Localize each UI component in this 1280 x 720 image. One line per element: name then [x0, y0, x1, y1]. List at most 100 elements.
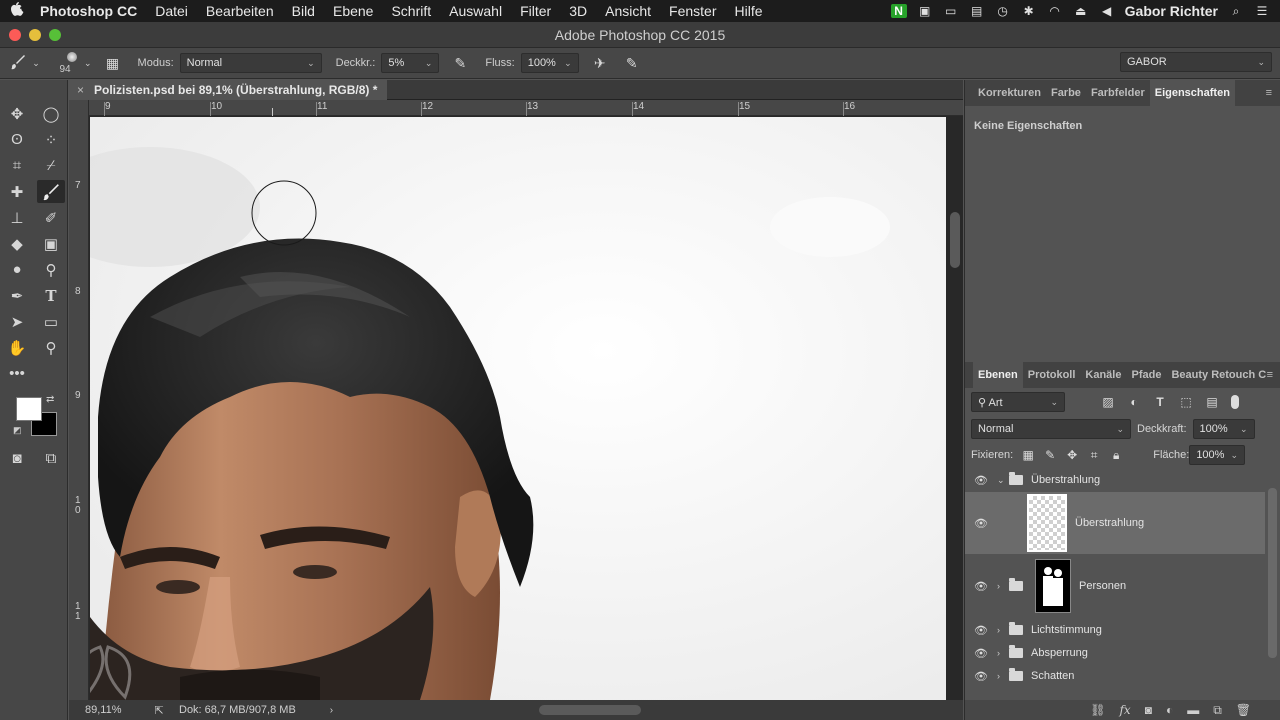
- workspace-select[interactable]: GABOR ⌄: [1120, 52, 1272, 72]
- flow-field[interactable]: 100% ⌄: [520, 53, 579, 73]
- default-colors-icon[interactable]: ◩: [13, 425, 22, 436]
- pressure-size-icon[interactable]: ✎: [621, 52, 643, 74]
- menu-fenster[interactable]: Fenster: [660, 3, 725, 19]
- menu-schrift[interactable]: Schrift: [382, 3, 440, 19]
- wifi-icon[interactable]: ◠: [1047, 4, 1063, 18]
- pen-tool-icon[interactable]: ✒: [3, 284, 31, 307]
- filter-toggle[interactable]: [1231, 395, 1239, 409]
- chevron-right-icon[interactable]: ›: [997, 581, 1009, 591]
- filter-type-icon[interactable]: T: [1153, 395, 1167, 409]
- crop-tool-icon[interactable]: ⌗: [3, 154, 31, 177]
- path-selection-tool-icon[interactable]: ➤: [3, 310, 31, 333]
- chevron-down-icon[interactable]: ⌄: [997, 475, 1009, 486]
- folder-icon[interactable]: ▣: [917, 4, 933, 18]
- export-icon[interactable]: ⇱: [139, 704, 179, 717]
- blur-tool-icon[interactable]: ●: [3, 258, 31, 281]
- tab-korrekturen[interactable]: Korrekturen: [973, 80, 1046, 106]
- layer-row[interactable]: 👁︎ ⌄ Überstrahlung: [965, 468, 1265, 492]
- cast-icon[interactable]: ▭: [943, 4, 959, 18]
- brush-panel-icon[interactable]: ▦: [102, 52, 124, 74]
- move-tool-icon[interactable]: ✥: [3, 102, 31, 125]
- layer-opacity-field[interactable]: 100% ⌄: [1192, 419, 1255, 439]
- tab-kanaele[interactable]: Kanäle: [1080, 362, 1126, 388]
- image-canvas[interactable]: [90, 117, 946, 700]
- layer-style-icon[interactable]: fx: [1119, 703, 1130, 717]
- quick-mask-icon[interactable]: ◙: [3, 447, 31, 470]
- evernote-icon[interactable]: N: [890, 4, 907, 18]
- zoom-level[interactable]: 89,11%: [69, 704, 139, 716]
- visibility-eye-icon[interactable]: 👁︎: [965, 580, 997, 593]
- tab-ebenen[interactable]: Ebenen: [973, 362, 1023, 388]
- lock-transparency-icon[interactable]: ▦: [1021, 448, 1035, 462]
- horizontal-scrollbar[interactable]: [539, 705, 641, 715]
- screen-mode-icon[interactable]: ⧉: [37, 447, 65, 470]
- close-window-button[interactable]: [9, 28, 21, 41]
- tab-beauty-retouch[interactable]: Beauty Retouch C: [1166, 362, 1271, 388]
- user-name[interactable]: Gabor Richter: [1125, 3, 1218, 19]
- filter-shape-icon[interactable]: ⬚: [1179, 395, 1193, 409]
- document-info[interactable]: Dok: 68,7 MB/907,8 MB: [179, 704, 296, 716]
- time-machine-icon[interactable]: ◷: [995, 4, 1011, 18]
- rectangle-tool-icon[interactable]: ▭: [37, 310, 65, 333]
- tab-protokoll[interactable]: Protokoll: [1023, 362, 1081, 388]
- eyedropper-tool-icon[interactable]: ⌿: [37, 154, 65, 177]
- marquee-tool-icon[interactable]: ◯: [37, 102, 65, 125]
- eject-icon[interactable]: ⏏: [1073, 4, 1089, 18]
- chevron-right-icon[interactable]: ›: [997, 671, 1009, 681]
- filter-smart-object-icon[interactable]: ▤: [1205, 395, 1219, 409]
- menu-auswahl[interactable]: Auswahl: [440, 3, 511, 19]
- visibility-eye-icon[interactable]: 👁︎: [965, 647, 997, 660]
- menu-filter[interactable]: Filter: [511, 3, 560, 19]
- filter-adjustment-icon[interactable]: ◐: [1127, 395, 1141, 409]
- type-tool-icon[interactable]: T: [37, 284, 65, 307]
- swap-colors-icon[interactable]: ⇄: [46, 394, 54, 405]
- tab-pfade[interactable]: Pfade: [1126, 362, 1166, 388]
- layer-row[interactable]: 👁︎ Überstrahlung: [965, 492, 1265, 554]
- layer-row[interactable]: 👁︎ › Lichtstimmung: [965, 618, 1265, 642]
- layer-row[interactable]: 👁︎ › Absperrung: [965, 641, 1265, 665]
- new-layer-icon[interactable]: ⧉: [1213, 703, 1222, 718]
- zoom-tool-icon[interactable]: ⚲: [37, 336, 65, 359]
- panel-menu-icon[interactable]: ≡: [1267, 369, 1273, 381]
- clone-stamp-tool-icon[interactable]: ⊥: [3, 206, 31, 229]
- mode-select[interactable]: Normal ⌄: [179, 53, 322, 73]
- minimize-window-button[interactable]: [29, 28, 41, 41]
- foreground-color[interactable]: [16, 397, 42, 421]
- apple-icon[interactable]: [0, 2, 34, 20]
- tab-eigenschaften[interactable]: Eigenschaften: [1149, 80, 1235, 106]
- brush-size-picker[interactable]: 94: [50, 48, 94, 78]
- menu-bild[interactable]: Bild: [283, 3, 324, 19]
- menu-ebene[interactable]: Ebene: [324, 3, 382, 19]
- more-tools-icon[interactable]: •••: [3, 362, 31, 385]
- lock-all-icon[interactable]: 🔒︎: [1109, 448, 1123, 463]
- tab-farbfelder[interactable]: Farbfelder: [1086, 80, 1150, 106]
- layer-filter-select[interactable]: ⚲ Art ⌄: [971, 392, 1065, 412]
- close-icon[interactable]: ×: [77, 83, 84, 97]
- add-mask-icon[interactable]: ◙: [1145, 703, 1152, 717]
- maximize-window-button[interactable]: [49, 28, 61, 41]
- menu-bearbeiten[interactable]: Bearbeiten: [197, 3, 283, 19]
- lock-position-icon[interactable]: ✥: [1065, 448, 1079, 462]
- layers-scrollbar[interactable]: [1265, 468, 1280, 700]
- battery-icon[interactable]: ▤: [969, 4, 985, 18]
- menu-datei[interactable]: Datei: [146, 3, 197, 19]
- visibility-eye-icon[interactable]: 👁︎: [965, 624, 997, 637]
- panel-menu-icon[interactable]: ≡: [1266, 87, 1272, 99]
- new-adjustment-icon[interactable]: ◐: [1166, 703, 1173, 717]
- airbrush-icon[interactable]: ✈: [589, 52, 611, 74]
- opacity-field[interactable]: 5% ⌄: [381, 53, 440, 73]
- volume-icon[interactable]: ◀: [1099, 4, 1115, 18]
- layer-row[interactable]: 👁︎ › Personen: [965, 556, 1265, 616]
- eraser-tool-icon[interactable]: ◆: [3, 232, 31, 255]
- hand-tool-icon[interactable]: ✋: [3, 336, 31, 359]
- healing-brush-tool-icon[interactable]: ✚: [3, 180, 31, 203]
- menu-ansicht[interactable]: Ansicht: [596, 3, 660, 19]
- layer-row[interactable]: 👁︎ › Schatten: [965, 664, 1265, 688]
- fill-field[interactable]: 100% ⌄: [1189, 445, 1245, 465]
- bluetooth-icon[interactable]: ✱: [1021, 4, 1037, 18]
- blend-mode-select[interactable]: Normal ⌄: [971, 419, 1131, 439]
- visibility-eye-icon[interactable]: 👁︎: [965, 670, 997, 683]
- link-layers-icon[interactable]: ⛓: [1090, 703, 1105, 717]
- tab-farbe[interactable]: Farbe: [1046, 80, 1086, 106]
- brush-tool-icon[interactable]: [37, 180, 65, 203]
